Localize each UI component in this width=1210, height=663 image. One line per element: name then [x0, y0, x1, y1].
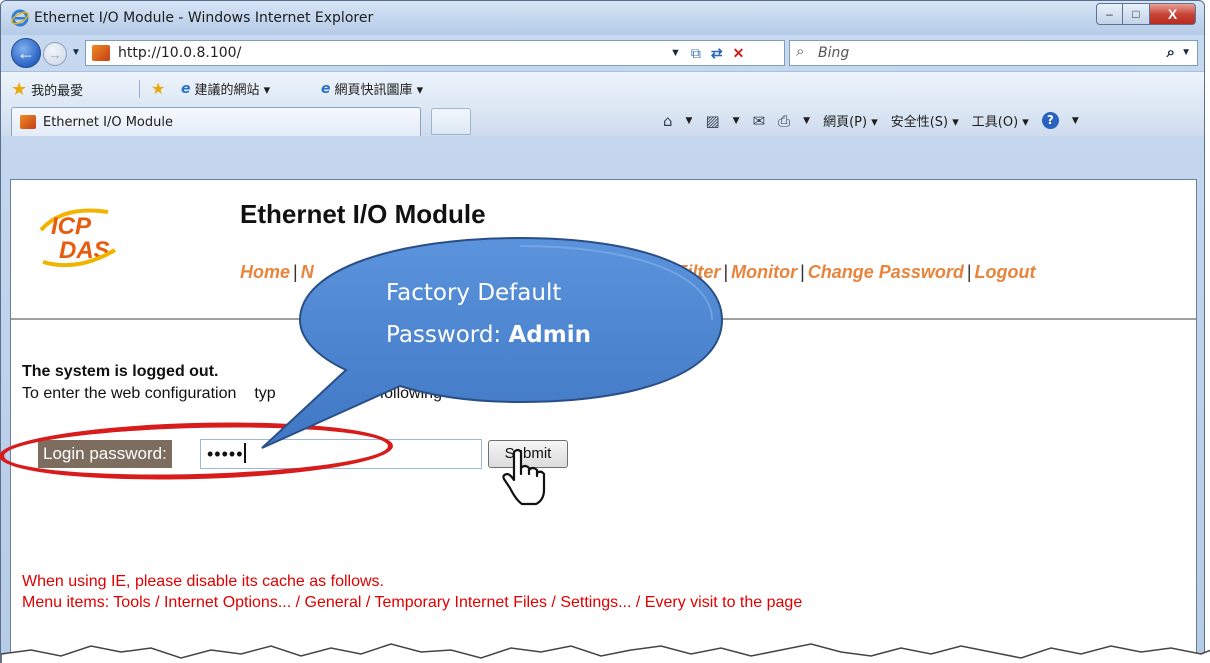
- callout-line2: Password: Admin: [386, 322, 592, 348]
- ie-page-icon: e: [321, 80, 331, 97]
- nav-logout-link[interactable]: Logout: [975, 262, 1036, 282]
- nav-home-link[interactable]: Home: [240, 262, 290, 282]
- tab-ethernet-io-module[interactable]: Ethernet I/O Module: [11, 107, 421, 136]
- help-icon[interactable]: ?: [1041, 112, 1059, 129]
- new-tab-button[interactable]: [431, 108, 471, 135]
- callout-text: Factory Default Password: Admin: [386, 272, 686, 356]
- close-button[interactable]: X: [1150, 3, 1196, 25]
- callout-line1: Factory Default: [386, 280, 562, 306]
- site-favicon-icon: [20, 115, 36, 129]
- back-button[interactable]: ←: [11, 38, 41, 68]
- logo-text-icp: ICP: [51, 213, 92, 240]
- torn-edge: [1, 643, 1210, 663]
- home-icon[interactable]: ⌂: [663, 112, 673, 130]
- icp-das-logo: ICP DAS: [39, 208, 117, 268]
- refresh-icon[interactable]: ⇄: [711, 45, 723, 62]
- arrow-right-icon: →: [48, 46, 62, 62]
- favorites-button[interactable]: ★ 我的最愛: [11, 79, 83, 100]
- suggested-sites-label: 建議的網站 ▾: [194, 83, 271, 98]
- favorites-separator: [139, 80, 140, 98]
- site-favicon-icon: [92, 45, 110, 61]
- search-box[interactable]: ⌕ Bing ⌕ ▼: [789, 40, 1198, 66]
- hand-pointer-icon: [502, 448, 546, 506]
- tab-bar: Ethernet I/O Module ⌂ ▼ ▨ ▼ ✉ ⎙ ▼ 網頁(P) …: [1, 104, 1204, 136]
- cache-note-line1: When using IE, please disable its cache …: [22, 573, 384, 590]
- cache-note-line2: Menu items: Tools / Internet Options... …: [22, 594, 803, 611]
- ie-logo-icon: [11, 9, 29, 27]
- print-dropdown-icon[interactable]: ▼: [803, 116, 810, 126]
- logout-instructions: To enter the web configuration typ followi…: [22, 385, 481, 402]
- address-tools: ▼ ⧉ ⇄ ✕: [670, 45, 744, 62]
- highlight-oval: [0, 417, 394, 485]
- history-dropdown-icon[interactable]: ▼: [71, 47, 81, 58]
- web-slice-gallery-button[interactable]: e 網頁快訊圖庫 ▾: [321, 79, 424, 99]
- window-title: Ethernet I/O Module - Windows Internet E…: [34, 10, 374, 26]
- page-title: Ethernet I/O Module: [240, 199, 486, 229]
- safety-menu[interactable]: 安全性(S) ▾: [891, 111, 959, 130]
- nav-separator: |: [800, 262, 805, 282]
- nav-monitor-link[interactable]: Monitor: [731, 262, 797, 282]
- suggested-sites-button[interactable]: e 建議的網站 ▾: [181, 79, 271, 99]
- tools-menu[interactable]: 工具(O) ▾: [972, 111, 1029, 130]
- print-icon[interactable]: ⎙: [778, 112, 790, 130]
- ie-page-icon: e: [181, 80, 191, 97]
- search-dropdown-icon[interactable]: ▼: [1181, 47, 1191, 58]
- logo-text-das: DAS: [59, 237, 110, 264]
- command-bar: ⌂ ▼ ▨ ▼ ✉ ⎙ ▼ 網頁(P) ▾ 安全性(S) ▾ 工具(O) ▾ ?…: [663, 111, 1079, 131]
- forward-button[interactable]: →: [43, 42, 67, 66]
- navigation-bar: ← → ▼ http://10.0.8.100/ ▼ ⧉ ⇄ ✕ ⌕ Bing …: [1, 35, 1204, 71]
- window-controls: – □ X: [1096, 3, 1196, 25]
- home-dropdown-icon[interactable]: ▼: [686, 116, 693, 126]
- search-engine-icon: ⌕: [796, 43, 805, 60]
- stop-icon[interactable]: ✕: [733, 45, 745, 62]
- favorites-bar: ★ 我的最愛 ★ e 建議的網站 ▾ e 網頁快訊圖庫 ▾: [1, 71, 1204, 104]
- search-icon[interactable]: ⌕: [1167, 44, 1175, 61]
- search-placeholder[interactable]: Bing: [818, 45, 849, 61]
- address-bar[interactable]: http://10.0.8.100/ ▼ ⧉ ⇄ ✕: [85, 40, 785, 66]
- page-viewport: ICP DAS Ethernet I/O Module Home | Nair | Fi…: [0, 179, 1197, 663]
- minimize-button[interactable]: –: [1096, 3, 1123, 25]
- feeds-icon[interactable]: ▨: [705, 112, 719, 130]
- compatibility-view-icon[interactable]: ⧉: [691, 45, 701, 62]
- web-slice-gallery-label: 網頁快訊圖庫 ▾: [334, 83, 424, 98]
- title-bar: Ethernet I/O Module - Windows Internet E…: [1, 1, 1204, 35]
- add-to-favorites-button[interactable]: ★: [151, 79, 165, 98]
- nav-change-password-link[interactable]: Change Password: [808, 262, 964, 282]
- logout-status-title: The system is logged out.: [22, 363, 219, 380]
- nav-separator: |: [293, 262, 298, 282]
- url-text[interactable]: http://10.0.8.100/: [118, 45, 241, 61]
- mail-icon[interactable]: ✉: [753, 112, 766, 130]
- nav-network-link[interactable]: N: [301, 262, 314, 282]
- default-password-value: Admin: [508, 322, 592, 348]
- page-menu[interactable]: 網頁(P) ▾: [823, 111, 878, 130]
- maximize-button[interactable]: □: [1123, 3, 1150, 25]
- tab-label: Ethernet I/O Module: [43, 115, 173, 130]
- arrow-left-icon: ←: [17, 42, 35, 63]
- nav-separator: |: [723, 262, 729, 282]
- feeds-dropdown-icon[interactable]: ▼: [733, 116, 740, 126]
- help-dropdown-icon[interactable]: ▼: [1072, 116, 1079, 126]
- nav-separator: |: [966, 262, 972, 282]
- address-dropdown-icon[interactable]: ▼: [670, 47, 681, 62]
- favorites-star-icon: ★: [11, 79, 28, 100]
- favorites-label: 我的最愛: [31, 84, 84, 99]
- add-favorite-icon: ★: [151, 79, 166, 98]
